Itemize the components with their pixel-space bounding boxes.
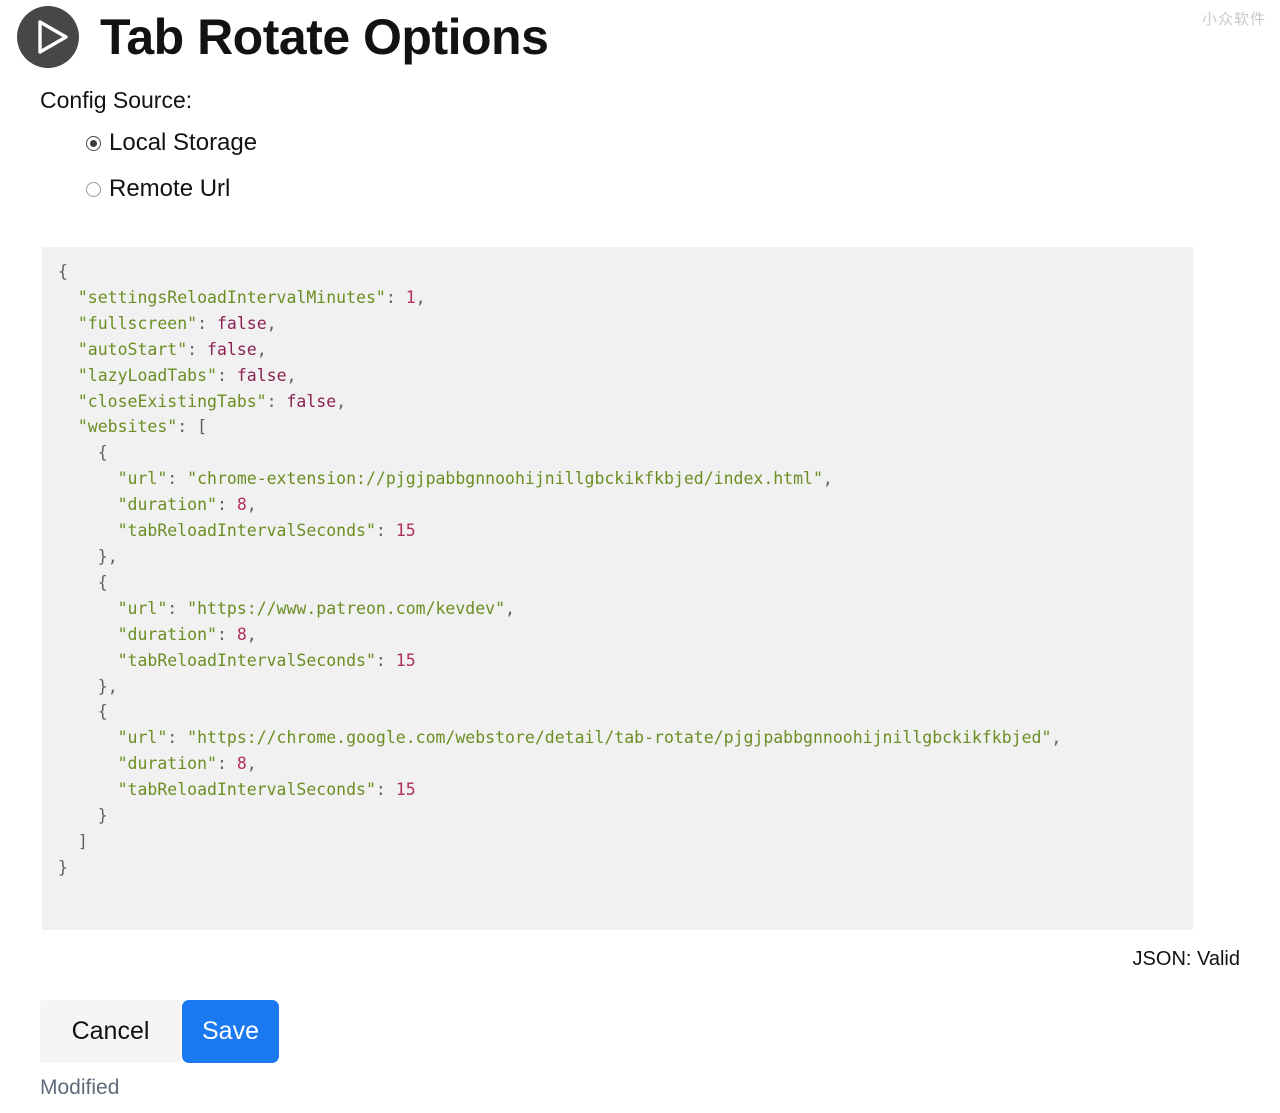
modified-status-label: Modified (40, 1076, 120, 1099)
play-circle-icon (14, 3, 82, 71)
button-row: Cancel Save (40, 1000, 279, 1063)
radio-option-label: Local Storage (109, 129, 258, 157)
radio-button-icon[interactable] (86, 135, 101, 151)
site-watermark: 小众软件 (1201, 10, 1266, 28)
page-header: Tab Rotate Options (0, 0, 1280, 68)
footer-actions: Cancel Save Modified (40, 1000, 279, 1098)
radio-option-remote-url[interactable]: Remote Url (86, 172, 1280, 206)
page-title: Tab Rotate Options (100, 9, 549, 65)
config-source-radio-group: Local Storage Remote Url (40, 126, 1280, 206)
radio-option-label: Remote Url (109, 175, 231, 203)
radio-option-local-storage[interactable]: Local Storage (86, 126, 1280, 160)
config-source-label: Config Source: (40, 87, 193, 113)
json-validity-status: JSON: Valid (1132, 948, 1240, 970)
cancel-button[interactable]: Cancel (40, 1000, 181, 1063)
json-editor-wrapper[interactable]: { "settingsReloadIntervalMinutes": 1, "f… (42, 247, 1193, 930)
save-button[interactable]: Save (182, 1000, 279, 1063)
json-editor-content[interactable]: { "settingsReloadIntervalMinutes": 1, "f… (58, 259, 1177, 881)
json-config-editor[interactable]: { "settingsReloadIntervalMinutes": 1, "f… (42, 247, 1193, 930)
config-source-section: Config Source: Local Storage Remote Url (0, 68, 1280, 206)
radio-button-icon[interactable] (86, 181, 101, 197)
